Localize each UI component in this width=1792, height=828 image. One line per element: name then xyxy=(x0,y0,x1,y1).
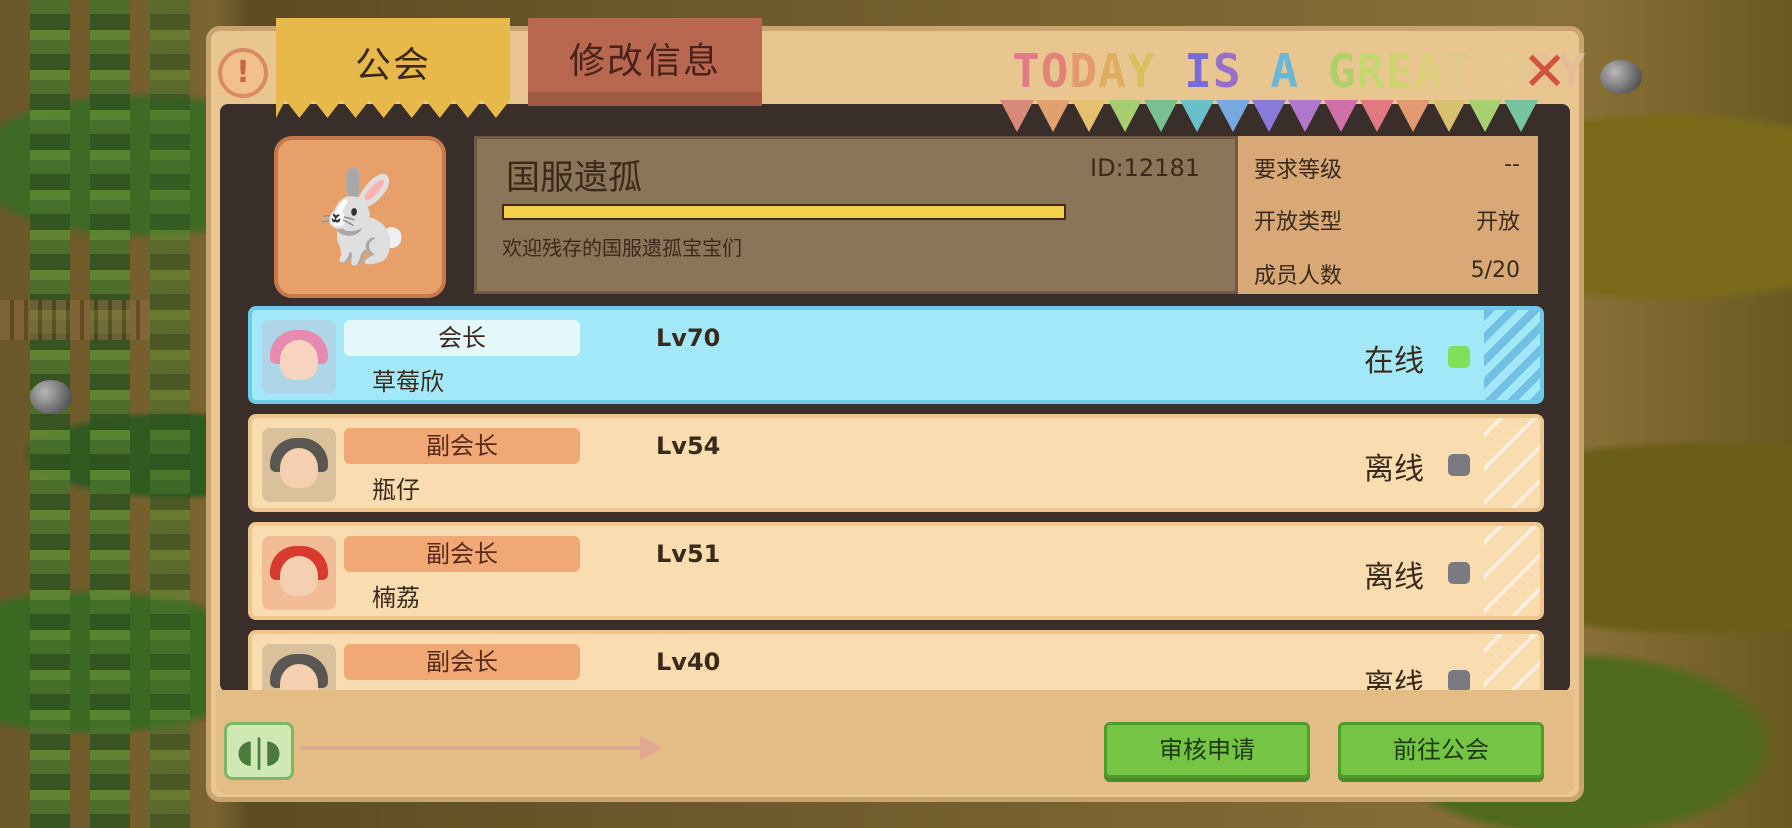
guild-name: 国服遗孤 xyxy=(506,158,642,198)
stat-label: 要求等级 xyxy=(1254,158,1343,183)
bunting-flag xyxy=(1252,100,1286,132)
row-decoration xyxy=(1484,634,1540,690)
member-role: 会长 xyxy=(344,320,580,356)
go-to-guild-button[interactable]: 前往公会 xyxy=(1338,722,1544,778)
stat-member-count: 成员人数 5/20 xyxy=(1254,258,1520,290)
member-level: Lv70 xyxy=(656,324,721,352)
row-decoration xyxy=(1484,526,1540,616)
banner-letter: G xyxy=(1327,44,1357,98)
bunting-flag xyxy=(1180,100,1214,132)
banner-letter: T xyxy=(1442,44,1472,98)
member-avatar xyxy=(262,320,336,394)
bunting-flag xyxy=(1504,100,1538,132)
avatar-face xyxy=(280,340,318,380)
member-level: Lv40 xyxy=(656,648,721,676)
status-dot xyxy=(1448,670,1470,690)
stat-value: 开放 xyxy=(1475,210,1520,235)
bunting-flag xyxy=(1324,100,1358,132)
banner-letter: Y xyxy=(1126,44,1156,98)
arrow-decoration xyxy=(300,746,640,750)
banner-letter xyxy=(1242,44,1271,98)
banner-letter: D xyxy=(1069,44,1099,98)
stat-required-level: 要求等级 -- xyxy=(1254,152,1520,184)
member-name: 楠荔 xyxy=(372,584,420,612)
guild-description: 欢迎残存的国服遗孤宝宝们 xyxy=(502,236,742,260)
status-dot xyxy=(1448,454,1470,476)
member-status: 离线 xyxy=(1364,668,1424,690)
bunting-flag xyxy=(1108,100,1142,132)
sound-icon[interactable]: ◖|◗ xyxy=(224,722,294,780)
status-dot xyxy=(1448,562,1470,584)
bunting-flag xyxy=(1396,100,1430,132)
member-status: 离线 xyxy=(1364,560,1424,595)
rock xyxy=(1600,60,1642,94)
member-row[interactable]: 会长草莓欣 Lv70 在线 xyxy=(248,306,1544,404)
stat-value: 5/20 xyxy=(1470,258,1520,283)
banner-letter: I xyxy=(1184,44,1213,98)
exclamation-icon[interactable]: ! xyxy=(218,48,268,98)
bunting-flags xyxy=(1000,100,1538,132)
bunting-flag xyxy=(1216,100,1250,132)
fence xyxy=(0,300,150,340)
bunting-flag xyxy=(1468,100,1502,132)
crop-row xyxy=(150,0,190,828)
rabbit-icon: 🐇 xyxy=(303,164,417,269)
guild-id: ID:12181 xyxy=(1090,154,1200,182)
bunting-flag xyxy=(1144,100,1178,132)
member-role: 副会长 xyxy=(344,428,580,464)
arrow-decoration xyxy=(640,736,662,760)
member-role: 副会长 xyxy=(344,644,580,680)
guild-xp-bar xyxy=(502,204,1066,220)
member-avatar xyxy=(262,428,336,502)
banner-letter: E xyxy=(1385,44,1414,98)
stat-value: -- xyxy=(1504,152,1520,177)
banner-letter: T xyxy=(1012,44,1041,98)
crop-row xyxy=(30,0,70,828)
bunting-flag xyxy=(1000,100,1034,132)
stat-label: 开放类型 xyxy=(1254,210,1343,235)
bunting-flag xyxy=(1072,100,1106,132)
banner-letter: A xyxy=(1270,44,1300,98)
member-status: 离线 xyxy=(1364,452,1424,487)
member-role: 副会长 xyxy=(344,536,580,572)
member-name: 瓶仔 xyxy=(372,476,420,504)
stat-open-type: 开放类型 开放 xyxy=(1254,204,1520,236)
review-applications-button[interactable]: 审核申请 xyxy=(1104,722,1310,778)
banner-letter: A xyxy=(1413,44,1443,98)
today-banner: TODAY IS A GREAT DAY xyxy=(1012,44,1586,98)
member-row[interactable]: 副会长 Lv40 离线 xyxy=(248,630,1544,690)
member-status: 在线 xyxy=(1364,344,1424,379)
guild-xp-fill xyxy=(504,206,1064,218)
tab-edit-info[interactable]: 修改信息 xyxy=(528,18,762,106)
bunting-flag xyxy=(1036,100,1070,132)
avatar-face xyxy=(280,448,318,488)
member-list[interactable]: 会长 草莓欣 Lv70 在线 副会长 瓶仔 Lv54 离线 副会长 楠荔 Lv51 离线 副会长 Lv40… xyxy=(248,306,1544,690)
banner-letter xyxy=(1471,44,1500,98)
banner-letter xyxy=(1156,44,1185,98)
bunting-flag xyxy=(1432,100,1466,132)
guild-avatar: 🐇 xyxy=(274,136,446,298)
bunting-flag xyxy=(1360,100,1394,132)
member-avatar xyxy=(262,644,336,690)
banner-letter: R xyxy=(1356,44,1386,98)
stat-label: 成员人数 xyxy=(1254,264,1343,289)
status-dot xyxy=(1448,346,1470,368)
close-icon[interactable]: ✕ xyxy=(1522,44,1567,100)
banner-letter: S xyxy=(1212,44,1242,98)
bunting-flag xyxy=(1288,100,1322,132)
member-row[interactable]: 副会长楠荔 Lv51 离线 xyxy=(248,522,1544,620)
crop-row xyxy=(90,0,130,828)
row-decoration xyxy=(1484,310,1540,400)
rock xyxy=(30,380,72,414)
banner-letter: O xyxy=(1040,44,1070,98)
member-level: Lv54 xyxy=(656,432,721,460)
banner-letter: A xyxy=(1098,44,1127,98)
avatar-face xyxy=(280,556,318,596)
row-decoration xyxy=(1484,418,1540,508)
member-avatar xyxy=(262,536,336,610)
member-level: Lv51 xyxy=(656,540,721,568)
member-name: 草莓欣 xyxy=(372,368,444,396)
banner-letter xyxy=(1299,44,1328,98)
member-row[interactable]: 副会长瓶仔 Lv54 离线 xyxy=(248,414,1544,512)
